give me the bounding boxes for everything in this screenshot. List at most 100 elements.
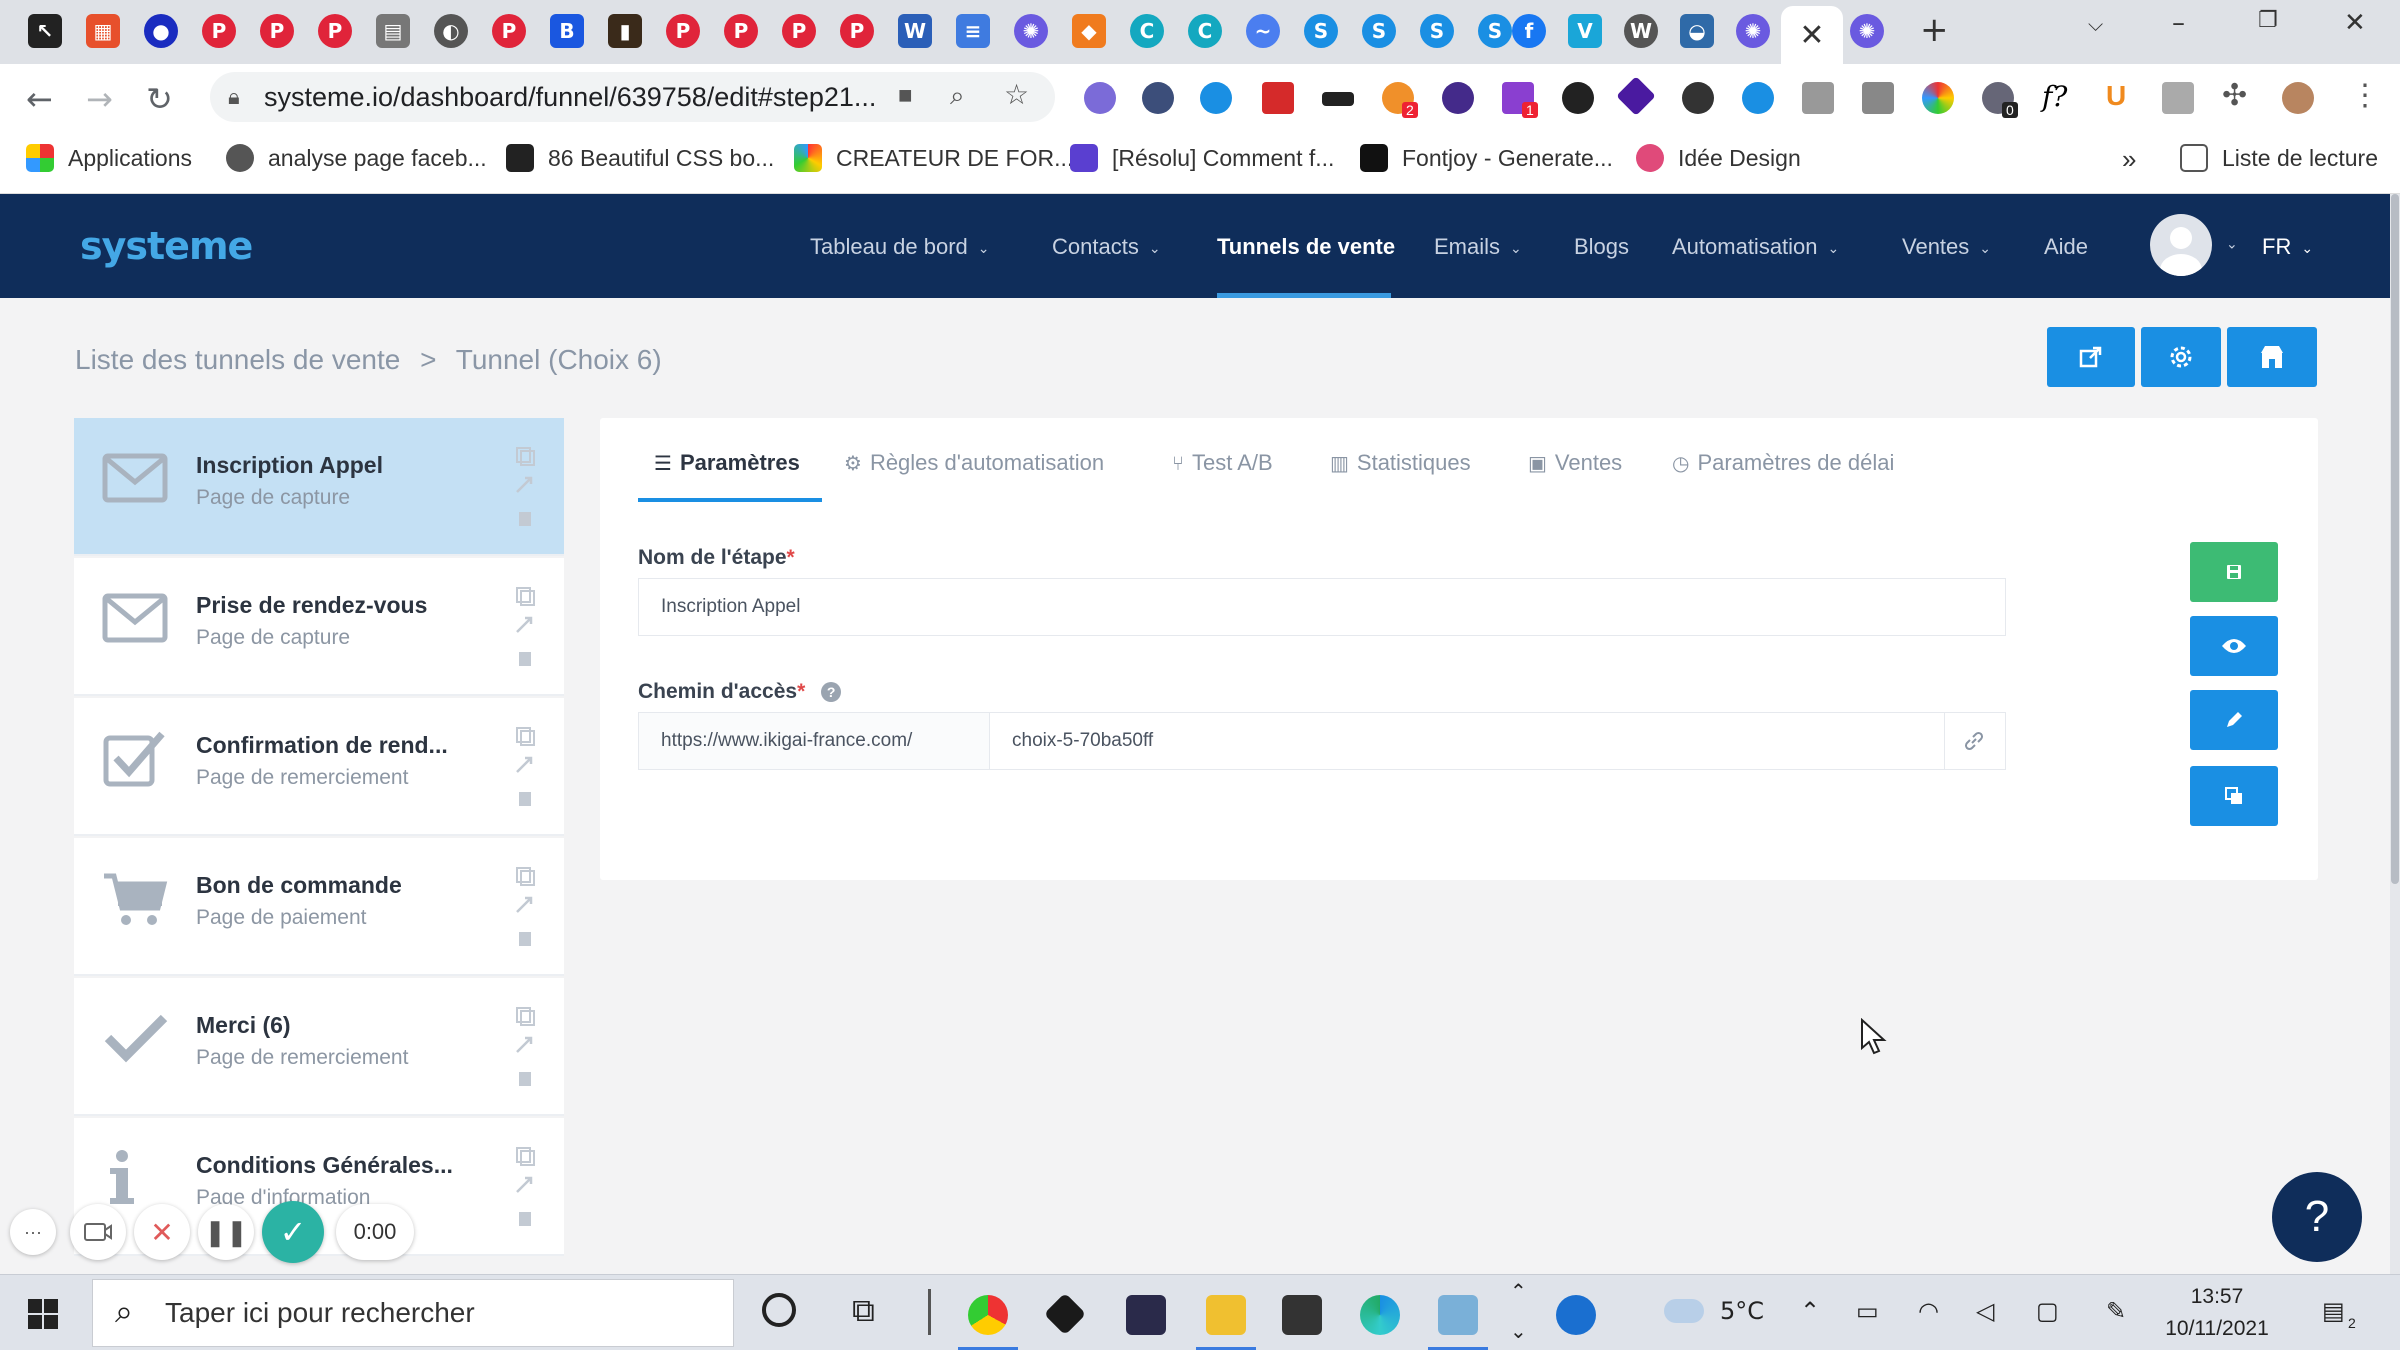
camera-extension-icon[interactable] — [2162, 82, 2194, 114]
preview-button[interactable] — [2190, 616, 2278, 676]
open-external-button[interactable] — [2047, 327, 2135, 387]
app-taskbar-icon[interactable] — [1438, 1295, 1478, 1335]
tab-favicon-systeme-s[interactable]: S — [1420, 14, 1454, 48]
duplicate-button[interactable] — [2190, 766, 2278, 826]
clock-date[interactable]: 10/11/2021 — [2160, 1317, 2274, 1341]
camera-icon[interactable]: ■ — [898, 82, 913, 110]
tab-regles-automatisation[interactable]: ⚙ Règles d'automatisation — [844, 450, 1104, 476]
extension-icon[interactable] — [1322, 92, 1354, 106]
tab-favicon-systeme[interactable]: ✺ — [1014, 14, 1048, 48]
clock-time[interactable]: 13:57 — [2172, 1285, 2262, 1309]
tab-favicon-docs[interactable]: ≡ — [956, 14, 990, 48]
save-button[interactable] — [2190, 542, 2278, 602]
battery-icon[interactable]: ▭ — [1856, 1297, 1879, 1325]
systeme-logo[interactable]: systeme — [80, 224, 253, 268]
extension-icon[interactable] — [1616, 76, 1656, 116]
taskbar-scroll-up-icon[interactable]: ⌃ — [1510, 1279, 1527, 1303]
bookmark-item[interactable]: analyse page faceb... — [226, 144, 487, 172]
nav-ventes[interactable]: Ventes ⌄ — [1902, 234, 1991, 260]
app-taskbar-icon[interactable] — [1126, 1295, 1166, 1335]
extension-icon[interactable] — [1682, 82, 1714, 114]
cortana-icon[interactable] — [762, 1293, 796, 1327]
pen-icon[interactable]: ✎ — [2106, 1297, 2126, 1325]
extension-icon[interactable]: f? — [2042, 80, 2067, 113]
volume-icon[interactable]: ◁ — [1976, 1297, 1994, 1325]
extensions-puzzle-icon[interactable]: ✣ — [2222, 78, 2247, 113]
recorder-pause-button[interactable]: ❚❚ — [198, 1204, 254, 1260]
recorder-camera-button[interactable] — [70, 1204, 126, 1260]
profile-avatar[interactable] — [2282, 82, 2314, 114]
zoom-icon[interactable]: ⌕ — [950, 80, 965, 112]
tab-favicon-systeme[interactable]: ✺ — [1736, 14, 1770, 48]
nav-automatisation[interactable]: Automatisation ⌄ — [1672, 234, 1839, 260]
extension-icon[interactable] — [1922, 82, 1954, 114]
dropbox-icon[interactable] — [1043, 1292, 1087, 1336]
tab-favicon-globe[interactable]: ◐ — [434, 14, 468, 48]
close-tab-icon[interactable]: ✕ — [1799, 18, 1824, 53]
recorder-finish-button[interactable]: ✓ — [262, 1201, 324, 1263]
help-tray-icon[interactable] — [1556, 1295, 1596, 1335]
tab-favicon-systeme[interactable]: ✺ — [1850, 14, 1884, 48]
help-chat-button[interactable]: ? — [2272, 1172, 2362, 1262]
store-icon[interactable] — [1282, 1295, 1322, 1335]
taskbar-search[interactable]: ⌕ Taper ici pour rechercher — [92, 1279, 734, 1347]
extension-icon[interactable] — [1200, 82, 1232, 114]
step-item[interactable]: Confirmation de rend... Page de remercie… — [74, 698, 564, 836]
recorder-cancel-button[interactable]: ✕ — [134, 1204, 190, 1260]
tab-favicon-pinterest[interactable]: P — [666, 14, 700, 48]
path-input[interactable]: choix-5-70ba50ff — [989, 712, 1945, 770]
nav-emails[interactable]: Emails ⌄ — [1434, 234, 1522, 260]
tab-favicon-word[interactable]: W — [898, 14, 932, 48]
step-item[interactable]: Prise de rendez-vous Page de capture — [74, 558, 564, 696]
new-tab-button[interactable]: + — [1920, 10, 1949, 50]
reload-icon[interactable]: ↻ — [146, 80, 173, 118]
tab-favicon-systeme-s[interactable]: S — [1362, 14, 1396, 48]
restore-icon[interactable]: ❐ — [2258, 8, 2278, 33]
extension-icon[interactable] — [1142, 82, 1174, 114]
tab-favicon-image[interactable]: ▮ — [608, 14, 642, 48]
breadcrumb-funnels-link[interactable]: Liste des tunnels de vente — [75, 344, 400, 375]
language-selector[interactable]: FR ⌄ — [2262, 234, 2313, 260]
tab-search-icon[interactable]: ⌵ — [2088, 12, 2103, 36]
bookmark-item[interactable]: Fontjoy - Generate... — [1360, 144, 1613, 172]
tab-favicon-facebook[interactable]: f — [1512, 14, 1546, 48]
bookmark-item[interactable]: [Résolu] Comment f... — [1070, 144, 1334, 172]
copy-link-button[interactable] — [1944, 712, 2006, 770]
nav-aide[interactable]: Aide — [2044, 234, 2088, 260]
tab-favicon-pinterest[interactable]: P — [318, 14, 352, 48]
tab-statistiques[interactable]: ▥ Statistiques — [1330, 450, 1471, 476]
tab-favicon-pinterest[interactable]: P — [724, 14, 758, 48]
bookmarks-overflow[interactable]: » — [2122, 144, 2136, 175]
extension-icon[interactable]: U — [2106, 80, 2126, 112]
bookmark-apps[interactable]: Applications — [26, 144, 192, 172]
tab-favicon-canva[interactable]: C — [1188, 14, 1222, 48]
nav-contacts[interactable]: Contacts ⌄ — [1052, 234, 1161, 260]
edit-page-button[interactable] — [2190, 690, 2278, 750]
page-scrollbar[interactable] — [2390, 194, 2400, 1274]
tab-favicon-orange[interactable]: ◆ — [1072, 14, 1106, 48]
back-icon[interactable]: ← — [26, 80, 53, 118]
tab-parametres[interactable]: ☰ Paramètres — [654, 450, 800, 476]
edge-icon[interactable] — [1360, 1295, 1400, 1335]
step-item[interactable]: Inscription Appel Page de capture — [74, 418, 564, 556]
bookmark-item[interactable]: Idée Design — [1636, 144, 1801, 172]
forward-icon[interactable]: → — [86, 80, 113, 118]
scrollbar-thumb[interactable] — [2391, 194, 2399, 884]
tab-favicon-behance[interactable]: B — [550, 14, 584, 48]
active-tab[interactable]: ✕ — [1781, 6, 1843, 64]
extension-icon[interactable] — [1802, 82, 1834, 114]
funnel-store-button[interactable] — [2227, 327, 2317, 387]
tab-favicon-pinterest[interactable]: P — [260, 14, 294, 48]
url-text[interactable]: systeme.io/dashboard/funnel/639758/edit#… — [264, 82, 876, 113]
file-explorer-icon[interactable] — [1206, 1295, 1246, 1335]
extension-icon[interactable] — [1442, 82, 1474, 114]
funnel-settings-button[interactable] — [2141, 327, 2221, 387]
chrome-menu-icon[interactable]: ⋮ — [2350, 78, 2380, 113]
tab-test-ab[interactable]: ⑂ Test A/B — [1172, 450, 1273, 476]
user-avatar[interactable] — [2150, 214, 2212, 276]
extension-icon[interactable] — [1862, 82, 1894, 114]
bookmark-item[interactable]: CREATEUR DE FOR... — [794, 144, 1073, 172]
extension-icon[interactable] — [1262, 82, 1294, 114]
meet-now-icon[interactable]: ▢ — [2036, 1297, 2059, 1325]
nav-blogs[interactable]: Blogs — [1574, 234, 1629, 260]
